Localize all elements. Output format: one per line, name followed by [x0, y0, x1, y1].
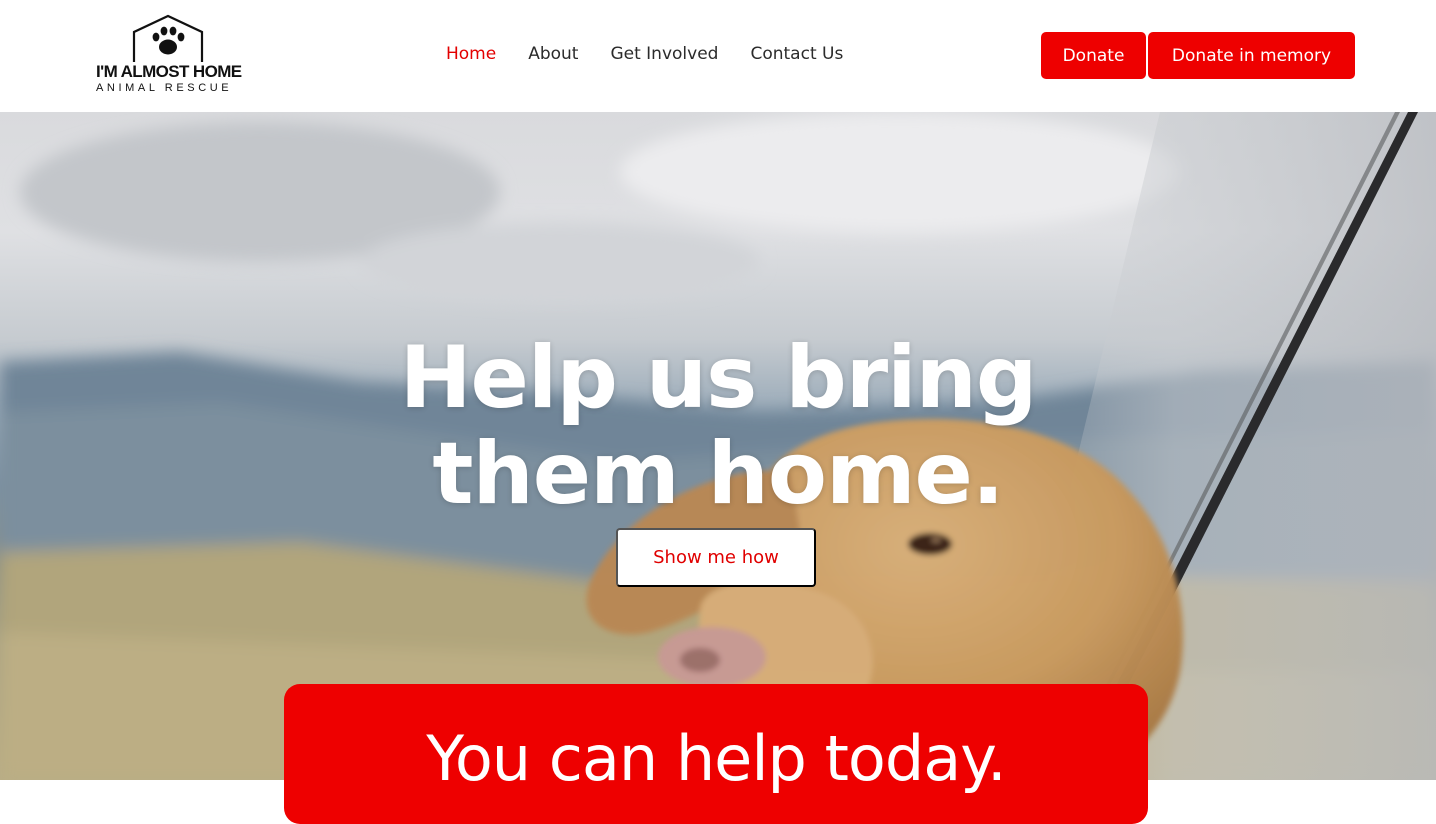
- hero-title-line-2: them home.: [432, 423, 1004, 524]
- hero-title: Help us bring them home.: [0, 330, 1436, 522]
- nav-item-contact-us[interactable]: Contact Us: [750, 44, 843, 64]
- donate-button[interactable]: Donate: [1041, 32, 1146, 79]
- nav-item-get-involved[interactable]: Get Involved: [610, 44, 718, 64]
- site-header: I'M ALMOST HOME ANIMAL RESCUE Home About…: [0, 0, 1436, 112]
- brand-tagline: ANIMAL RESCUE: [96, 82, 233, 94]
- help-today-heading: You can help today.: [426, 722, 1007, 795]
- donate-in-memory-button[interactable]: Donate in memory: [1148, 32, 1355, 79]
- site-logo[interactable]: I'M ALMOST HOME ANIMAL RESCUE: [94, 14, 246, 98]
- hero-title-line-1: Help us bring: [399, 327, 1038, 428]
- help-today-card: You can help today.: [284, 684, 1148, 824]
- hero-section: Help us bring them home. Show me how: [0, 112, 1436, 780]
- main-nav: Home About Get Involved Contact Us: [446, 44, 843, 64]
- nav-item-home[interactable]: Home: [446, 44, 496, 64]
- brand-name: I'M ALMOST HOME: [96, 62, 242, 81]
- nav-item-about[interactable]: About: [528, 44, 578, 64]
- show-me-how-button[interactable]: Show me how: [616, 528, 816, 587]
